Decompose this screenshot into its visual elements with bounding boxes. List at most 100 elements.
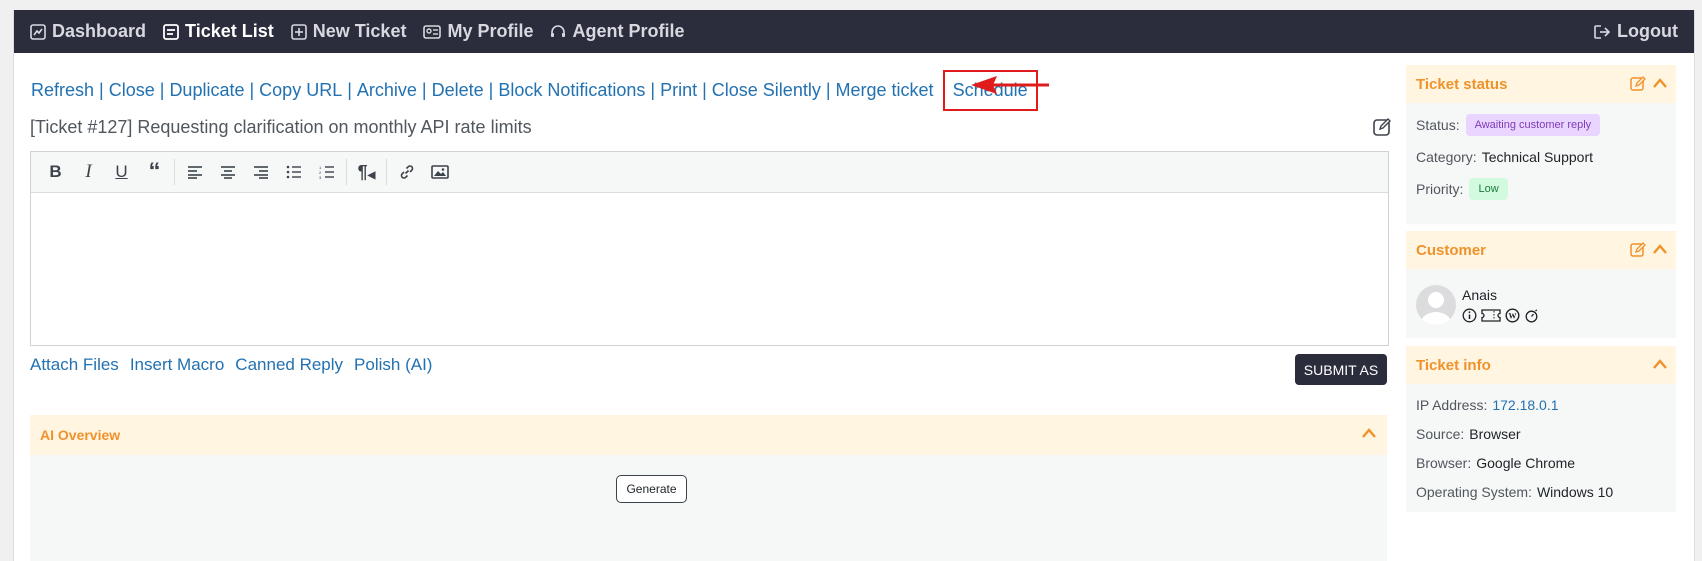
- bold-icon: B: [49, 162, 62, 181]
- chevron-up-icon[interactable]: [1361, 427, 1377, 439]
- submit-as-button[interactable]: SUBMIT AS: [1295, 354, 1387, 385]
- nav-agent-profile[interactable]: Agent Profile: [550, 21, 685, 42]
- logout-label: Logout: [1617, 21, 1678, 41]
- editor-text-area[interactable]: [31, 193, 1388, 345]
- ai-overview-header[interactable]: AI Overview: [30, 415, 1387, 455]
- avatar: [1416, 285, 1456, 325]
- duplicate-link[interactable]: Duplicate: [168, 80, 245, 101]
- ticket-status-header[interactable]: Ticket status: [1406, 65, 1676, 103]
- separator: |: [249, 80, 255, 100]
- annotation-arrow-icon: [971, 76, 1049, 94]
- ticket-info-header[interactable]: Ticket info: [1406, 346, 1676, 384]
- separator: |: [159, 80, 165, 100]
- ticket-info-title: Ticket info: [1416, 356, 1491, 374]
- reply-links: Attach Files Insert Macro Canned Reply P…: [30, 355, 443, 375]
- ip-link[interactable]: 172.18.0.1: [1492, 397, 1558, 413]
- status-label: Status:: [1416, 117, 1460, 133]
- copy-url-link[interactable]: Copy URL: [258, 80, 343, 101]
- info-icon[interactable]: [1462, 308, 1477, 323]
- generate-button[interactable]: Generate: [616, 475, 687, 503]
- dashboard-icon: [30, 23, 46, 40]
- insert-macro-link[interactable]: Insert Macro: [130, 355, 224, 375]
- ticket-actions-bar: Refresh | Close | Duplicate | Copy URL | Arc…: [30, 70, 1038, 111]
- align-left-button[interactable]: [178, 157, 211, 187]
- customer-title: Customer: [1416, 241, 1487, 259]
- ai-overview-title: AI Overview: [40, 427, 121, 443]
- reply-editor: B I U “ 123 ¶◀: [30, 151, 1389, 346]
- nav-dashboard[interactable]: Dashboard: [30, 21, 146, 42]
- paragraph-direction-button[interactable]: ¶◀: [350, 157, 383, 187]
- wordpress-icon[interactable]: W: [1505, 308, 1520, 323]
- plus-square-icon: [290, 23, 307, 40]
- nav-my-profile[interactable]: My Profile: [423, 21, 533, 42]
- align-center-button[interactable]: [211, 157, 244, 187]
- ticket-title: [Ticket #127] Requesting clarification o…: [30, 117, 532, 137]
- canned-reply-link[interactable]: Canned Reply: [235, 355, 343, 375]
- link-button[interactable]: [390, 157, 423, 187]
- nav-ticket-list[interactable]: Ticket List: [163, 21, 274, 42]
- chevron-up-icon[interactable]: [1652, 76, 1668, 90]
- delete-link[interactable]: Delete: [431, 80, 485, 101]
- refresh-link[interactable]: Refresh: [30, 80, 95, 101]
- source-row: Source: Browser: [1416, 419, 1666, 448]
- bold-button[interactable]: B: [39, 157, 72, 187]
- close-link[interactable]: Close: [108, 80, 156, 101]
- polish-ai-link[interactable]: Polish (AI): [354, 355, 432, 375]
- align-center-icon: [220, 166, 235, 179]
- logout-button[interactable]: Logout: [1593, 10, 1678, 53]
- ai-overview-panel: AI Overview Generate: [30, 415, 1387, 561]
- logout-icon: [1594, 24, 1611, 39]
- attach-files-link[interactable]: Attach Files: [30, 355, 119, 375]
- archive-link[interactable]: Archive: [356, 80, 418, 101]
- align-right-button[interactable]: [244, 157, 277, 187]
- priority-label: Priority:: [1416, 181, 1464, 197]
- os-value: Windows 10: [1536, 483, 1614, 500]
- browser-row: Browser: Google Chrome: [1416, 448, 1666, 477]
- source-value: Browser: [1469, 425, 1521, 442]
- nav-agent-profile-label: Agent Profile: [572, 21, 685, 41]
- category-label: Category:: [1416, 149, 1477, 165]
- numbered-list-button[interactable]: 123: [310, 157, 343, 187]
- nav-new-ticket[interactable]: New Ticket: [290, 21, 407, 42]
- image-button[interactable]: [423, 157, 456, 187]
- separator: |: [347, 80, 352, 100]
- underline-button[interactable]: U: [105, 157, 138, 187]
- edit-title-icon[interactable]: [1372, 117, 1392, 137]
- edit-icon[interactable]: [1630, 76, 1646, 92]
- edit-icon[interactable]: [1630, 242, 1646, 258]
- customer-body: Anais W: [1406, 269, 1676, 341]
- chevron-up-icon[interactable]: [1652, 242, 1668, 256]
- italic-icon: I: [85, 161, 92, 182]
- chevron-up-icon[interactable]: [1652, 357, 1668, 371]
- paragraph-direction-icon: ¶◀: [357, 161, 376, 182]
- blockquote-button[interactable]: “: [138, 157, 171, 187]
- customer-name: Anais: [1462, 287, 1498, 303]
- category-row: Category: Technical Support: [1416, 141, 1666, 173]
- svg-text:3: 3: [319, 175, 322, 179]
- stopwatch-icon[interactable]: [1524, 308, 1539, 323]
- nav-new-ticket-label: New Ticket: [312, 21, 407, 41]
- svg-text:W: W: [1509, 312, 1517, 321]
- close-silently-link[interactable]: Close Silently: [711, 80, 822, 101]
- os-row: Operating System: Windows 10: [1416, 477, 1666, 506]
- toolbar-divider: [386, 159, 387, 185]
- block-notifications-link[interactable]: Block Notifications: [497, 80, 646, 101]
- ticket-status-body: Status: Awaiting customer reply Category:…: [1406, 103, 1676, 211]
- priority-badge: Low: [1469, 178, 1508, 200]
- ticket-icon[interactable]: [1481, 308, 1501, 323]
- customer-header[interactable]: Customer: [1406, 231, 1676, 269]
- italic-button[interactable]: I: [72, 157, 105, 187]
- profile-card-icon: [423, 24, 442, 39]
- bullet-list-button[interactable]: [277, 157, 310, 187]
- ticket-list-icon: [163, 23, 179, 40]
- customer-panel: Customer Anais W: [1406, 231, 1676, 338]
- nav-dashboard-label: Dashboard: [52, 21, 147, 41]
- os-label: Operating System:: [1416, 483, 1532, 500]
- customer-info: Anais W: [1416, 275, 1666, 335]
- ip-label: IP Address:: [1416, 396, 1488, 413]
- print-link[interactable]: Print: [659, 80, 698, 101]
- separator: |: [421, 80, 427, 100]
- ai-overview-body: Generate: [30, 455, 1387, 561]
- merge-ticket-link[interactable]: Merge ticket: [835, 80, 935, 101]
- separator: |: [650, 80, 656, 100]
